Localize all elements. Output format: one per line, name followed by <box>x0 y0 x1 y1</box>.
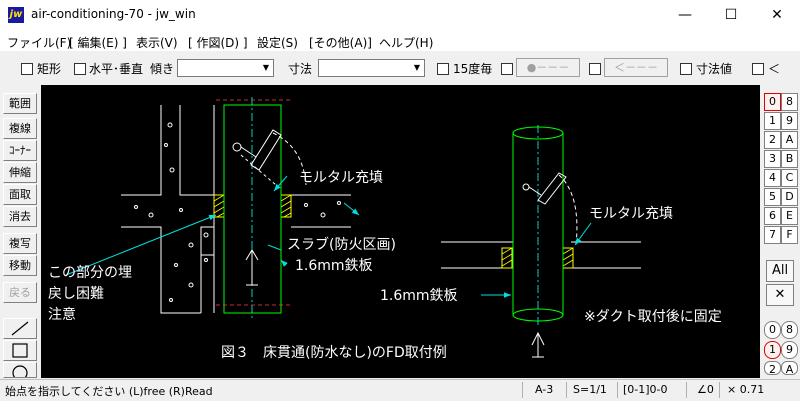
concrete-hatch <box>134 122 341 302</box>
status-paper-size[interactable]: A-3 <box>535 383 553 396</box>
left-detail <box>121 97 351 320</box>
rectangle-icon <box>12 343 28 358</box>
layer-4-button[interactable]: 4 <box>764 169 781 187</box>
dot-line-button[interactable]: ●－－－ <box>516 58 580 77</box>
steel-label-left: 1.6mm鉄板 <box>295 258 373 274</box>
lt-checkbox[interactable] <box>752 63 764 75</box>
close-icon[interactable]: ✕ <box>766 284 794 306</box>
status-bar: 始点を指示してください (L)free (R)Read A-3 S=1/1 [0… <box>0 379 800 401</box>
status-scale[interactable]: S=1/1 <box>573 383 607 396</box>
group-8-button[interactable]: 8 <box>781 321 798 339</box>
tool-corner-button[interactable]: ｺｰﾅｰ <box>3 140 37 161</box>
left-toolbar: 範囲 複線 ｺｰﾅｰ 伸縮 面取 消去 複写 移動 戻る <box>0 85 40 381</box>
group-1-button[interactable]: 1 <box>764 341 781 359</box>
tool-offset-button[interactable]: 複線 <box>3 118 37 139</box>
menu-draw[interactable]: [ 作図(D) ] <box>188 34 248 51</box>
menu-settings[interactable]: 設定(S) <box>257 34 298 51</box>
tool-move-button[interactable]: 移動 <box>3 255 37 276</box>
menu-file[interactable]: ファイル(F) <box>7 34 71 51</box>
annotations: モルタル充填 モルタル充填 スラブ(防火区画) 1.6mm鉄板 1.6mm鉄板 … <box>48 170 722 361</box>
window-title: air-conditioning-70 - jw_win <box>31 7 196 21</box>
steel-label-right: 1.6mm鉄板 <box>380 288 458 304</box>
group-2-button[interactable]: 2 <box>764 361 781 376</box>
tool-extend-button[interactable]: 伸縮 <box>3 162 37 183</box>
circle-icon <box>12 365 28 381</box>
dim-combobox[interactable]: ▼ <box>318 59 425 77</box>
note-line-2: 戻し困難 <box>48 286 104 302</box>
drawing-canvas[interactable]: モルタル充填 モルタル充填 スラブ(防火区画) 1.6mm鉄板 1.6mm鉄板 … <box>41 85 760 378</box>
menu-view[interactable]: 表示(V) <box>136 34 178 51</box>
figure-caption: 図３ 床貫通(防水なし)のFD取付例 <box>221 345 447 361</box>
layer-panel: 0 8 1 9 2 A 3 B 4 C 5 D 6 E 7 F All ✕ 0 … <box>760 85 800 378</box>
tilt-label: 傾き <box>150 62 175 76</box>
close-button[interactable]: ✕ <box>754 0 800 31</box>
tool-chamfer-button[interactable]: 面取 <box>3 184 37 205</box>
maximize-button[interactable]: ☐ <box>708 0 754 31</box>
layer-6-button[interactable]: 6 <box>764 207 781 225</box>
control-toolbar: 矩形 水平･垂直 傾き ▼ 寸法 ▼ 15度毎 ●－－－ ＜－－－ 寸法値 ＜ <box>0 54 800 82</box>
hv-label: 水平･垂直 <box>89 62 144 76</box>
note-line-1: この部分の埋 <box>48 265 132 281</box>
layer-2-button[interactable]: 2 <box>764 131 781 149</box>
status-factor[interactable]: × 0.71 <box>727 383 764 396</box>
tool-copy-button[interactable]: 複写 <box>3 233 37 254</box>
layer-d-button[interactable]: D <box>781 188 798 206</box>
minimize-button[interactable]: — <box>662 0 708 31</box>
line-icon <box>11 321 29 336</box>
layer-e-button[interactable]: E <box>781 207 798 225</box>
menu-other[interactable]: [その他(A)] <box>309 34 372 51</box>
menu-edit[interactable]: [ 編集(E) ] <box>69 34 127 51</box>
layer-b-button[interactable]: B <box>781 150 798 168</box>
duct-note: ※ダクト取付後に固定 <box>584 309 722 325</box>
tilt-combobox[interactable]: ▼ <box>177 59 274 77</box>
layer-7-button[interactable]: 7 <box>764 226 781 244</box>
status-angle[interactable]: ∠0 <box>697 383 714 396</box>
slab-label: スラブ(防火区画) <box>287 236 396 253</box>
layer-0-button[interactable]: 0 <box>764 93 781 111</box>
deg15-checkbox[interactable] <box>437 63 449 75</box>
layer-9-button[interactable]: 9 <box>781 112 798 130</box>
right-leaders <box>481 222 592 298</box>
status-prompt: 始点を指示してください (L)free (R)Read <box>5 385 213 398</box>
rect-tool-button[interactable] <box>3 340 37 361</box>
menu-bar: ファイル(F) [ 編集(E) ] 表示(V) [ 作図(D) ] 設定(S) … <box>0 31 800 51</box>
mortar-label-right: モルタル充填 <box>589 206 673 222</box>
tool-erase-button[interactable]: 消去 <box>3 206 37 227</box>
deg15-label: 15度毎 <box>453 62 493 76</box>
title-bar: jw air-conditioning-70 - jw_win — ☐ ✕ <box>0 0 800 31</box>
note-line-3: 注意 <box>48 306 76 323</box>
status-layer[interactable]: [0-1]0-0 <box>623 383 668 396</box>
dimval-checkbox[interactable] <box>680 63 692 75</box>
jw-app-icon[interactable]: jw <box>8 7 24 23</box>
chevron-down-icon: ▼ <box>262 63 270 72</box>
layer-8-button[interactable]: 8 <box>781 93 798 111</box>
group-9-button[interactable]: 9 <box>781 341 798 359</box>
hv-checkbox[interactable] <box>74 63 86 75</box>
lt-label: ＜ <box>768 62 781 76</box>
rect-label: 矩形 <box>37 62 62 76</box>
line-tool-button[interactable] <box>3 318 37 339</box>
arrow-line-button[interactable]: ＜－－－ <box>604 58 668 77</box>
all-layers-button[interactable]: All <box>766 260 794 282</box>
circle-tool-button[interactable] <box>3 362 37 381</box>
tool-undo-button[interactable]: 戻る <box>3 282 37 303</box>
chevron-down-icon: ▼ <box>413 63 421 72</box>
mortar-label-left: モルタル充填 <box>299 170 383 186</box>
layer-a-button[interactable]: A <box>781 131 798 149</box>
dim-label: 寸法 <box>288 62 313 76</box>
rect-checkbox[interactable] <box>21 63 33 75</box>
dot-line-checkbox[interactable] <box>501 63 513 75</box>
arrow-line-checkbox[interactable] <box>589 63 601 75</box>
layer-3-button[interactable]: 3 <box>764 150 781 168</box>
layer-c-button[interactable]: C <box>781 169 798 187</box>
dimval-label: 寸法値 <box>696 62 733 76</box>
group-0-button[interactable]: 0 <box>764 321 781 339</box>
layer-f-button[interactable]: F <box>781 226 798 244</box>
tool-range-button[interactable]: 範囲 <box>3 93 37 114</box>
layer-1-button[interactable]: 1 <box>764 112 781 130</box>
cad-drawing[interactable]: モルタル充填 モルタル充填 スラブ(防火区画) 1.6mm鉄板 1.6mm鉄板 … <box>41 85 760 378</box>
layer-5-button[interactable]: 5 <box>764 188 781 206</box>
menu-help[interactable]: ヘルプ(H) <box>379 34 433 51</box>
group-a-button[interactable]: A <box>781 361 798 376</box>
